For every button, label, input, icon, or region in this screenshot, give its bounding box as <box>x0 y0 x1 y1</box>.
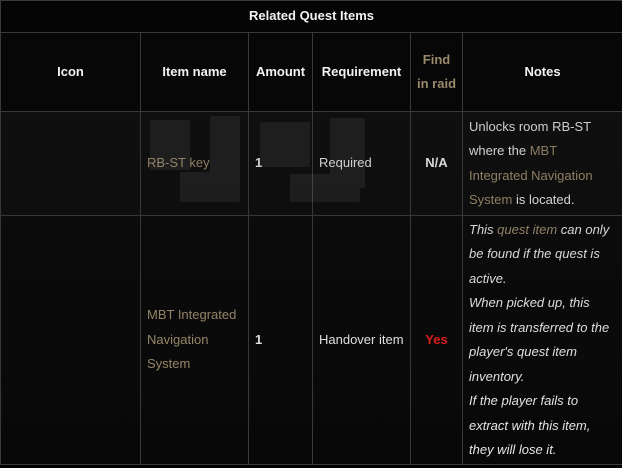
requirement-cell: Required <box>312 111 411 216</box>
item-name-link[interactable]: MBT Integrated Navigation System <box>147 307 236 371</box>
header-notes: Notes <box>462 32 622 112</box>
requirement-cell: Handover item <box>312 215 411 465</box>
notes-text: When picked up, this item is transferred… <box>469 295 610 384</box>
header-find-in-raid: Find in raid <box>410 32 463 112</box>
item-icon-cell <box>0 111 141 216</box>
quest-item-link[interactable]: quest item <box>497 222 557 237</box>
related-quest-items-table: Related Quest Items Icon Item name Amoun… <box>0 0 622 465</box>
item-name-cell: RB-ST key <box>140 111 249 216</box>
table-caption: Related Quest Items <box>0 0 622 33</box>
table-caption-row: Related Quest Items <box>0 0 622 33</box>
notes-text: is located. <box>512 192 575 207</box>
header-amount: Amount <box>248 32 313 112</box>
notes-cell: This quest item can only be found if the… <box>462 215 622 465</box>
find-in-raid-cell: Yes <box>410 215 463 465</box>
amount-cell: 1 <box>248 215 313 465</box>
table-header-row: Icon Item name Amount Requirement Find i… <box>0 32 622 112</box>
header-icon: Icon <box>0 32 141 112</box>
table-row: RB-ST key 1 Required N/A Unlocks room RB… <box>0 111 622 216</box>
quest-items-panel: Related Quest Items Icon Item name Amoun… <box>0 0 622 468</box>
item-name-link[interactable]: RB-ST key <box>147 155 210 170</box>
header-item-name: Item name <box>140 32 249 112</box>
table-row: MBT Integrated Navigation System 1 Hando… <box>0 215 622 465</box>
item-name-cell: MBT Integrated Navigation System <box>140 215 249 465</box>
amount-cell: 1 <box>248 111 313 216</box>
notes-text: If the player fails to extract with this… <box>469 393 591 457</box>
find-in-raid-cell: N/A <box>410 111 463 216</box>
header-requirement: Requirement <box>312 32 411 112</box>
item-icon-cell <box>0 215 141 465</box>
notes-cell: Unlocks room RB-ST where the MBT Integra… <box>462 111 622 216</box>
notes-text: This <box>469 221 498 237</box>
